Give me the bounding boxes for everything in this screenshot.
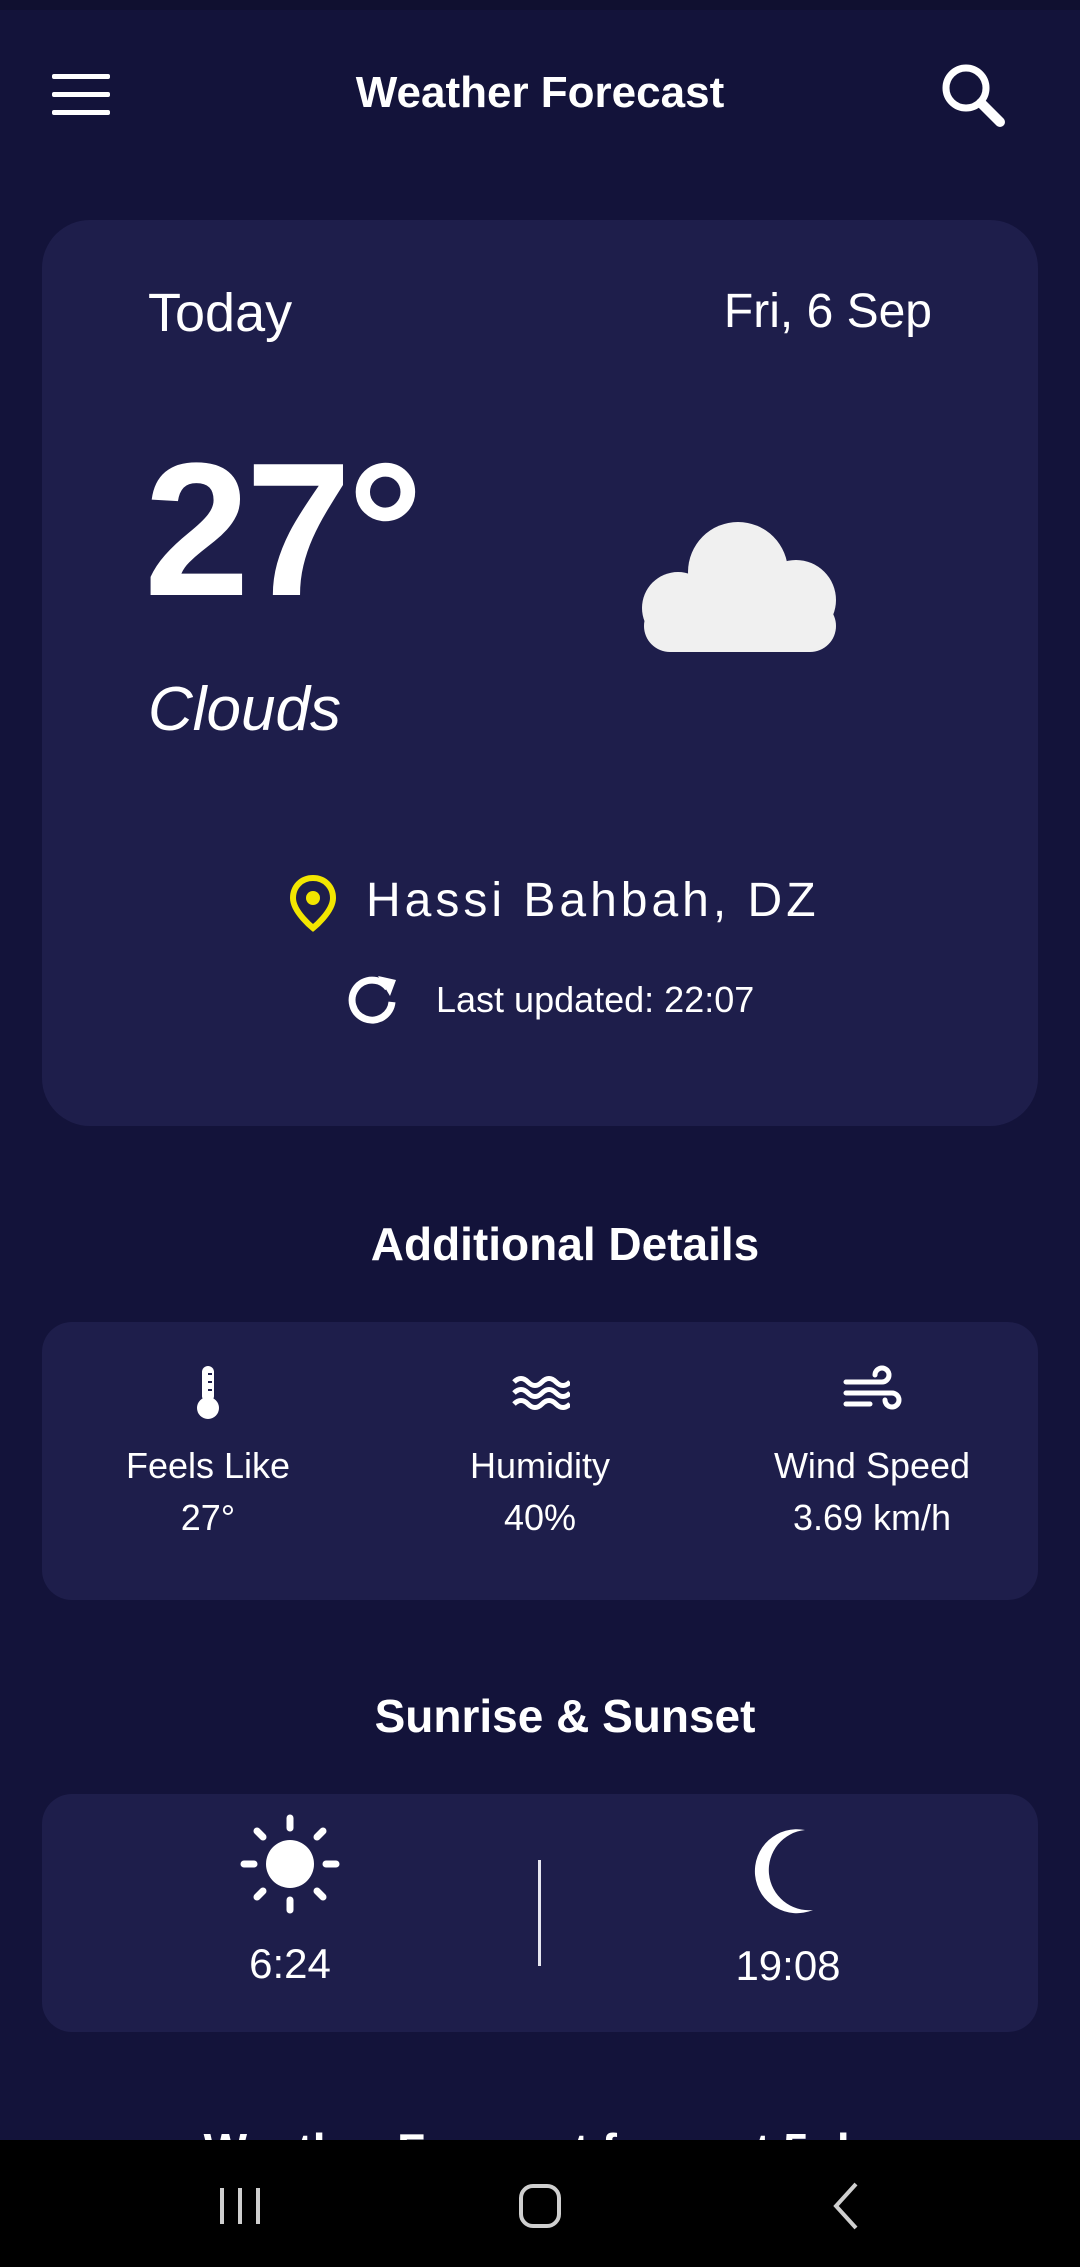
feels-like-value: 27° [180, 1497, 236, 1538]
wind-speed-item: Wind Speed 3.69 km/h [722, 1362, 1022, 1540]
thermometer-icon [197, 1366, 219, 1419]
menu-button[interactable] [44, 66, 116, 122]
app-title: Weather Forecast [355, 68, 725, 117]
forecast-section-title: Weather Forecast for next 5 days [0, 2120, 1080, 2140]
humidity-item: Humidity 40% [390, 1362, 690, 1540]
today-label: Today [148, 283, 293, 343]
weather-app: Weather Forecast Today Fri, 6 Sep 27° Cl… [0, 0, 1080, 2267]
menu-icon [52, 74, 110, 115]
refresh-button[interactable] [344, 972, 400, 1028]
sunset-time: 19:08 [735, 1942, 841, 1989]
status-bar-strip [0, 0, 1080, 10]
system-navigation-bar [0, 2140, 1080, 2267]
recent-apps-button[interactable] [200, 2176, 280, 2236]
sunrise-sunset-title: Sunrise & Sunset [374, 1690, 756, 1742]
current-temperature: 27° [144, 424, 423, 636]
search-icon [942, 64, 1005, 127]
wind-speed-label: Wind Speed [773, 1445, 971, 1486]
feels-like-item: Feels Like 27° [58, 1362, 358, 1540]
back-button[interactable] [806, 2176, 886, 2236]
feels-like-label: Feels Like [125, 1445, 291, 1486]
weather-condition: Clouds [148, 675, 341, 744]
last-updated-text: Last updated: 22:07 [436, 979, 755, 1020]
search-button[interactable] [936, 60, 1012, 132]
recent-apps-icon [220, 2188, 260, 2224]
location-pin-icon [289, 874, 337, 932]
sunrise-item: 6:24 [170, 1814, 410, 1990]
sun-icon [240, 1814, 340, 1914]
location-name: Hassi Bahbah, DZ [366, 874, 820, 927]
refresh-icon [348, 976, 396, 1024]
additional-details-title: Additional Details [370, 1218, 760, 1270]
wind-speed-value: 3.69 km/h [792, 1497, 952, 1538]
water-waves-icon [512, 1376, 570, 1410]
sunrise-time: 6:24 [249, 1940, 331, 1987]
wind-icon [843, 1365, 902, 1410]
cloud-icon [642, 522, 836, 652]
home-icon [519, 2184, 561, 2228]
date-label: Fri, 6 Sep [723, 285, 932, 338]
home-button[interactable] [500, 2176, 580, 2236]
humidity-value: 40% [503, 1497, 577, 1538]
sunset-item: 19:08 [668, 1826, 908, 1992]
humidity-label: Humidity [469, 1445, 611, 1486]
moon-icon [754, 1829, 813, 1914]
back-icon [833, 2182, 858, 2230]
sun-divider [538, 1860, 541, 1966]
